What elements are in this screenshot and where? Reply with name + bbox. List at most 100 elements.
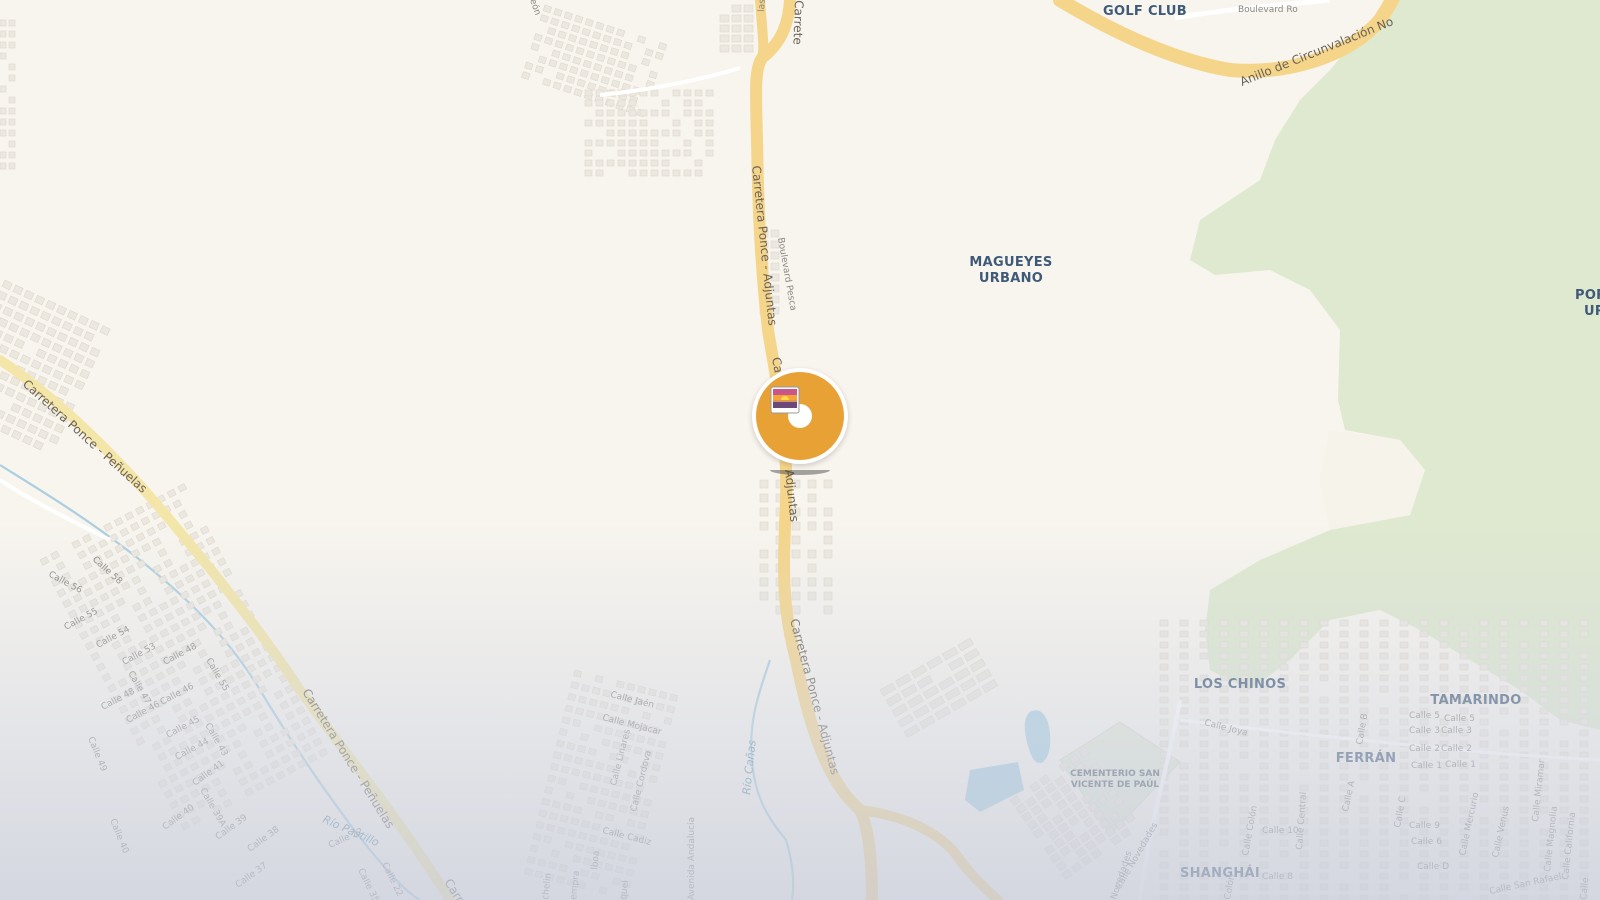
building (639, 129, 648, 137)
building (1399, 630, 1409, 638)
building (1319, 762, 1329, 770)
building (595, 169, 604, 177)
building (661, 99, 670, 107)
building (1159, 663, 1169, 671)
building (705, 119, 714, 127)
building (1159, 729, 1169, 737)
building (1219, 630, 1229, 638)
building (595, 139, 604, 147)
building (1499, 795, 1509, 803)
building (573, 805, 583, 814)
building (1459, 784, 1469, 792)
building (1439, 652, 1449, 660)
building (1519, 839, 1529, 847)
building (1439, 806, 1449, 814)
building (580, 733, 589, 742)
building (1159, 883, 1169, 891)
building (610, 839, 620, 848)
building (628, 109, 637, 117)
building (1159, 894, 1169, 900)
building (567, 692, 577, 702)
building (1499, 861, 1509, 869)
building (683, 109, 692, 117)
building (0, 162, 7, 170)
building (1239, 751, 1249, 759)
building (628, 139, 637, 147)
street-label: Calle 3 (1441, 726, 1472, 736)
label-cementerio-2: VICENTE DE PAÚL (1071, 778, 1160, 790)
building (8, 41, 16, 49)
building (1559, 795, 1569, 803)
building (1279, 707, 1289, 715)
street-label: lboa (590, 850, 602, 870)
building (538, 809, 548, 818)
building (1299, 718, 1309, 726)
building (650, 149, 659, 157)
building (1199, 630, 1209, 638)
building (823, 549, 833, 559)
building (535, 821, 545, 830)
building (584, 169, 593, 177)
building (694, 109, 703, 117)
building (1419, 641, 1429, 649)
building (1159, 685, 1169, 693)
building (1399, 663, 1409, 671)
sunrise-photo-icon (770, 386, 800, 414)
building (610, 703, 620, 712)
street-label: Calle 8 (1262, 872, 1293, 882)
building (606, 139, 615, 147)
building (1579, 619, 1589, 627)
building (1379, 773, 1389, 781)
building (1179, 663, 1189, 671)
building (1539, 652, 1549, 660)
building (743, 44, 754, 53)
building (1539, 729, 1549, 737)
label-road-carrete: Carrete (790, 0, 806, 45)
building (1259, 762, 1269, 770)
building (1319, 652, 1329, 660)
building (1419, 630, 1429, 638)
building (627, 769, 637, 779)
building (1219, 707, 1229, 715)
building (1519, 729, 1529, 737)
building (0, 30, 7, 38)
building (572, 854, 582, 864)
building (557, 777, 567, 786)
building (1339, 817, 1349, 825)
building (823, 507, 833, 517)
building (1579, 795, 1589, 803)
building (1199, 850, 1209, 858)
building (1419, 674, 1429, 682)
building (1439, 773, 1449, 781)
building (0, 151, 7, 159)
building (1279, 762, 1289, 770)
building (1159, 795, 1169, 803)
photo-location-marker[interactable] (752, 368, 848, 480)
building (661, 109, 670, 117)
building (1499, 784, 1509, 792)
building (1279, 883, 1289, 891)
building (1239, 795, 1249, 803)
building (550, 849, 560, 858)
building (1259, 663, 1269, 671)
building (1199, 894, 1209, 900)
building (1479, 828, 1489, 836)
label-por: POR (1575, 288, 1600, 303)
building (791, 591, 801, 601)
building (1579, 674, 1589, 682)
building (624, 781, 634, 790)
building (588, 698, 598, 707)
building (1339, 740, 1349, 748)
building (1459, 861, 1469, 869)
building (1219, 839, 1229, 847)
building (1399, 872, 1409, 880)
building (1279, 641, 1289, 649)
building (743, 34, 754, 43)
street-label: Calle 10 (1262, 826, 1299, 836)
building (1579, 696, 1589, 704)
building (1279, 850, 1289, 858)
building (1199, 707, 1209, 715)
building (1459, 872, 1469, 880)
building (1559, 894, 1569, 900)
building (823, 577, 833, 587)
